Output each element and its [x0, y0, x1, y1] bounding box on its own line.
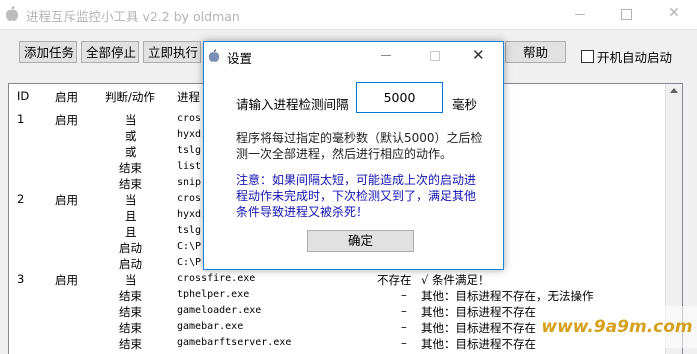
- cell-id: 2: [17, 192, 25, 206]
- column-header-process[interactable]: 进程: [177, 89, 200, 105]
- cell-process: tphelper.exe: [177, 289, 250, 300]
- dialog-maximize-icon[interactable]: [430, 51, 440, 61]
- cell-result: √ 条件满足！: [421, 273, 490, 287]
- cell-action: 或: [125, 145, 137, 159]
- dialog-description: 程序将每过指定的毫秒数（默认5000）之后检测一次全部进程，然后进行相应的动作。: [236, 131, 483, 161]
- cell-process: cros: [177, 193, 202, 204]
- cell-action: 结束: [119, 161, 142, 175]
- cell-process: cros: [177, 113, 202, 124]
- dialog-app-icon: [208, 49, 220, 62]
- cell-result: 其他：目标进程不存在: [421, 305, 536, 319]
- dialog-close-icon[interactable]: ✕: [472, 46, 485, 64]
- cell-process: tslg: [177, 145, 202, 156]
- column-header-enabled[interactable]: 启用: [55, 89, 78, 105]
- cell-process: gameloader.exe: [177, 305, 262, 316]
- column-header-id[interactable]: ID: [17, 89, 29, 103]
- table-row[interactable]: 3 启用 当 crossfire.exe 不存在 √ 条件满足！: [9, 271, 682, 287]
- cell-result: 其他：目标进程不存在: [421, 321, 536, 335]
- close-icon: ✕: [668, 5, 680, 21]
- interval-prompt: 请输入进程检测间隔: [236, 97, 349, 112]
- autostart-checkbox[interactable]: 开机自动启动: [581, 47, 672, 66]
- maximize-icon: [621, 9, 632, 20]
- autostart-label: 开机自动启动: [597, 50, 673, 65]
- cell-action: 且: [125, 209, 137, 223]
- maximize-button[interactable]: [603, 0, 649, 29]
- cell-enabled: 启用: [55, 193, 78, 207]
- checkbox-box[interactable]: [581, 50, 594, 63]
- cell-action: 启动: [119, 241, 142, 255]
- cell-action: 且: [125, 225, 137, 239]
- dialog-warning: 注意：如果间隔太短，可能造成上次的启动进程动作未完成时，下次检测又到了，满足其他…: [236, 173, 477, 219]
- cell-action: 或: [125, 129, 137, 143]
- interval-input[interactable]: [356, 82, 443, 113]
- cell-process: list: [177, 161, 202, 172]
- cell-action: 当: [125, 113, 137, 127]
- cell-process: crossfire.exe: [177, 273, 256, 284]
- cell-result: 其他：目标进程不存在: [421, 337, 536, 351]
- cell-process: gamebar.exe: [177, 321, 244, 332]
- add-task-button[interactable]: 添加任务: [19, 41, 77, 63]
- cell-action: 结束: [119, 337, 142, 351]
- window-titlebar: 进程互斥监控小工具 v2.2 by oldman ✕: [0, 0, 697, 30]
- cell-id: 3: [17, 272, 25, 286]
- cell-status: –: [401, 336, 407, 350]
- cell-action: 结束: [119, 177, 142, 191]
- help-button[interactable]: 帮助: [505, 41, 566, 63]
- table-row[interactable]: 结束 tphelper.exe – 其他：目标进程不存在，无法操作: [9, 287, 682, 303]
- dialog-titlebar: 设置 ✕: [204, 42, 503, 70]
- interval-unit: 毫秒: [452, 97, 478, 112]
- cell-action: 启动: [119, 257, 142, 271]
- column-header-action[interactable]: 判断/动作: [105, 89, 155, 105]
- cell-process: gamebarftserver.exe: [177, 337, 292, 348]
- app-icon: [6, 6, 18, 21]
- cell-action: 结束: [119, 305, 142, 319]
- cell-result: 其他：目标进程不存在，无法操作: [421, 289, 594, 303]
- minimize-icon: [575, 14, 585, 15]
- cell-status: 不存在: [377, 273, 412, 287]
- cell-status: –: [401, 320, 407, 334]
- cell-action: 结束: [119, 321, 142, 335]
- cell-process: C:\P: [177, 241, 202, 252]
- cell-id: 1: [17, 112, 25, 126]
- cell-process: hyxd: [177, 129, 202, 140]
- ok-button[interactable]: 确定: [307, 230, 414, 252]
- cell-enabled: 启用: [55, 273, 78, 287]
- close-button[interactable]: ✕: [651, 0, 697, 29]
- stop-all-button[interactable]: 全部停止: [81, 41, 139, 63]
- dialog-title: 设置: [227, 51, 253, 66]
- cell-action: 结束: [119, 289, 142, 303]
- scroll-up-icon[interactable]: [670, 88, 678, 93]
- settings-dialog: 设置 ✕ 请输入进程检测间隔 毫秒 程序将每过指定的毫秒数（默认5000）之后检…: [203, 41, 504, 270]
- cell-action: 当: [125, 273, 137, 287]
- cell-enabled: 启用: [55, 113, 78, 127]
- cell-process: snip: [177, 177, 202, 188]
- cell-process: C:\P: [177, 257, 202, 268]
- cell-action: 当: [125, 193, 137, 207]
- site-watermark: www.9a9m.com: [537, 306, 697, 348]
- cell-process: hyxd: [177, 209, 202, 220]
- cell-status: –: [401, 304, 407, 318]
- cell-status: –: [401, 288, 407, 302]
- run-now-button[interactable]: 立即执行: [143, 41, 201, 63]
- dialog-minimize-icon[interactable]: [381, 55, 391, 56]
- window-title: 进程互斥监控小工具 v2.2 by oldman: [26, 9, 240, 24]
- cell-process: tslg: [177, 225, 202, 236]
- dialog-body: 请输入进程检测间隔 毫秒 程序将每过指定的毫秒数（默认5000）之后检测一次全部…: [204, 70, 503, 269]
- minimize-button[interactable]: [557, 0, 603, 29]
